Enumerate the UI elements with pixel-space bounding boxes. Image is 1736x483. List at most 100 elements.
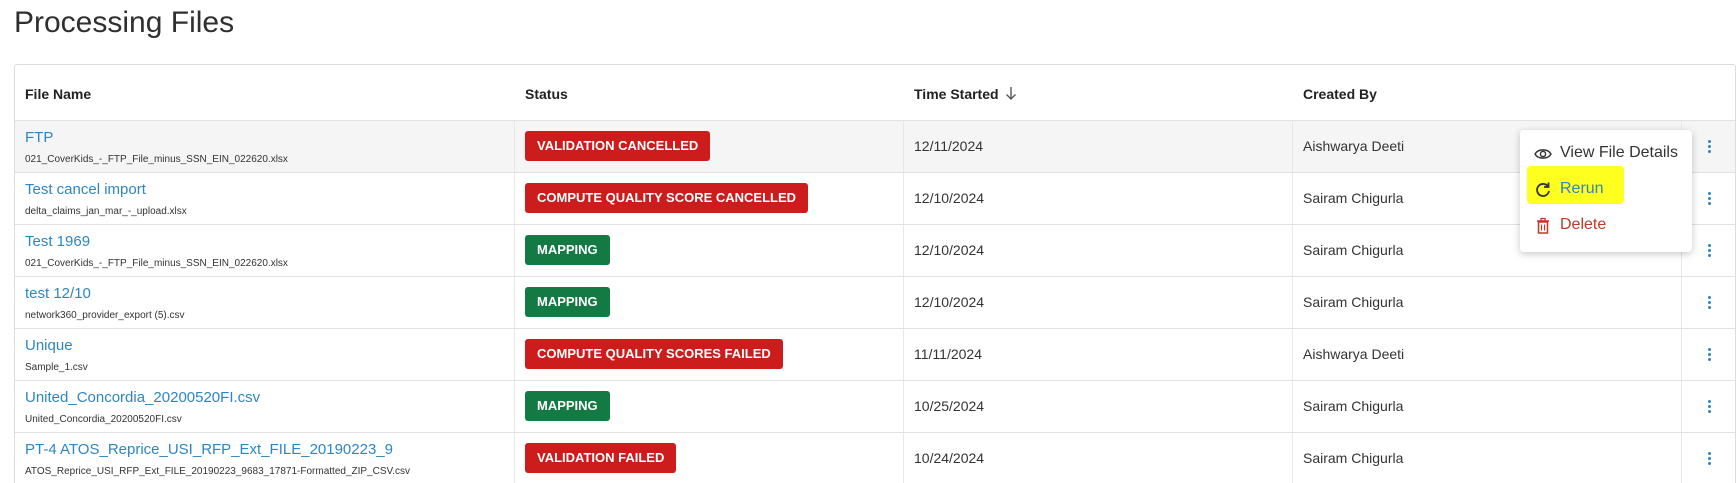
status-cell: COMPUTE QUALITY SCORE CANCELLED <box>515 173 904 224</box>
view-file-details-label: View File Details <box>1560 144 1678 161</box>
time-started-cell: 12/10/2024 <box>904 173 1293 224</box>
page-title: Processing Files <box>14 6 235 39</box>
table-row: test 12/10 network360_provider_export (5)… <box>15 277 1735 329</box>
file-title-link[interactable]: United_Concordia_20200520FI.csv <box>25 389 260 406</box>
row-context-menu: View File Details Rerun Delete <box>1520 130 1692 252</box>
created-by-cell: Sairam Chigurla <box>1293 433 1682 483</box>
arrow-down-icon[interactable] <box>1004 85 1018 101</box>
created-by-text: Sairam Chigurla <box>1303 294 1404 310</box>
file-name-text: Sample_1.csv <box>25 362 88 373</box>
status-badge: MAPPING <box>525 235 610 265</box>
time-started-text: 12/11/2024 <box>914 138 984 154</box>
kebab-menu-icon[interactable] <box>1701 445 1717 473</box>
time-started-text: 11/11/2024 <box>914 346 982 362</box>
header-file-name-label: File Name <box>25 86 92 102</box>
file-name-cell: FTP 021_CoverKids_-_FTP_File_minus_SSN_EI… <box>15 121 515 172</box>
kebab-menu-icon[interactable] <box>1701 393 1717 421</box>
header-time-started-label: Time Started <box>914 86 999 102</box>
header-status[interactable]: Status <box>515 65 904 120</box>
table-row: PT-4 ATOS_Reprice_USI_RFP_Ext_FILE_20190… <box>15 433 1735 483</box>
file-name-text: network360_provider_export (5).csv <box>25 310 185 321</box>
time-started-text: 12/10/2024 <box>914 294 985 310</box>
created-by-text: Sairam Chigurla <box>1303 450 1404 466</box>
created-by-text: Sairam Chigurla <box>1303 398 1404 414</box>
table-row: Unique Sample_1.csv COMPUTE QUALITY SCORES… <box>15 329 1735 381</box>
file-name-cell: United_Concordia_20200520FI.csv United_Co… <box>15 381 515 432</box>
status-badge: MAPPING <box>525 391 610 421</box>
file-title-link[interactable]: test 12/10 <box>25 285 91 302</box>
header-time-started[interactable]: Time Started <box>904 65 1293 120</box>
status-cell: VALIDATION CANCELLED <box>515 121 904 172</box>
actions-cell <box>1682 329 1735 380</box>
table-header-row: File Name Status Time Started Created By <box>15 65 1735 121</box>
kebab-menu-icon[interactable] <box>1701 133 1717 161</box>
status-cell: MAPPING <box>515 277 904 328</box>
created-by-text: Sairam Chigurla <box>1303 190 1404 206</box>
kebab-menu-icon[interactable] <box>1701 185 1717 213</box>
time-started-text: 12/10/2024 <box>914 190 985 206</box>
time-started-cell: 10/25/2024 <box>904 381 1293 432</box>
file-title-link[interactable]: Unique <box>25 337 73 354</box>
file-name-text: ATOS_Reprice_USI_RFP_Ext_FILE_20190223_9… <box>25 466 411 477</box>
time-started-text: 10/25/2024 <box>914 398 985 414</box>
file-title-link[interactable]: Test 1969 <box>25 233 90 250</box>
status-badge: COMPUTE QUALITY SCORE CANCELLED <box>525 183 809 213</box>
table-row: Test cancel import delta_claims_jan_mar_-… <box>15 173 1735 225</box>
status-badge: MAPPING <box>525 287 610 317</box>
file-name-cell: Unique Sample_1.csv <box>15 329 515 380</box>
trash-icon <box>1537 217 1549 234</box>
created-by-cell: Sairam Chigurla <box>1293 277 1682 328</box>
file-name-text: delta_claims_jan_mar_-_upload.xlsx <box>25 206 187 217</box>
time-started-cell: 12/10/2024 <box>904 277 1293 328</box>
actions-cell <box>1682 277 1735 328</box>
file-title-link[interactable]: FTP <box>25 129 53 146</box>
time-started-text: 12/10/2024 <box>914 242 985 258</box>
file-name-cell: Test 1969 021_CoverKids_-_FTP_File_minus_… <box>15 225 515 276</box>
status-cell: MAPPING <box>515 225 904 276</box>
table-row: Test 1969 021_CoverKids_-_FTP_File_minus_… <box>15 225 1735 277</box>
status-cell: VALIDATION FAILED <box>515 433 904 483</box>
status-cell: COMPUTE QUALITY SCORES FAILED <box>515 329 904 380</box>
eye-icon <box>1534 149 1552 159</box>
file-name-text: 021_CoverKids_-_FTP_File_minus_SSN_EIN_0… <box>25 154 288 165</box>
kebab-menu-icon[interactable] <box>1701 289 1717 317</box>
time-started-text: 10/24/2024 <box>914 450 985 466</box>
refresh-icon <box>1536 182 1550 197</box>
delete-label: Delete <box>1560 216 1607 233</box>
status-badge: VALIDATION CANCELLED <box>525 131 711 161</box>
created-by-cell: Aishwarya Deeti <box>1293 329 1682 380</box>
created-by-cell: Sairam Chigurla <box>1293 381 1682 432</box>
file-name-text: 021_CoverKids_-_FTP_File_minus_SSN_EIN_0… <box>25 258 288 269</box>
created-by-text: Aishwarya Deeti <box>1303 138 1405 154</box>
status-badge: COMPUTE QUALITY SCORES FAILED <box>525 339 783 369</box>
actions-cell <box>1682 433 1735 483</box>
status-badge: VALIDATION FAILED <box>525 443 677 473</box>
table-row: United_Concordia_20200520FI.csv United_Co… <box>15 381 1735 433</box>
file-name-text: United_Concordia_20200520FI.csv <box>25 414 182 425</box>
time-started-cell: 12/11/2024 <box>904 121 1293 172</box>
created-by-text: Aishwarya Deeti <box>1303 346 1405 362</box>
header-actions <box>1682 65 1735 120</box>
file-name-cell: Test cancel import delta_claims_jan_mar_-… <box>15 173 515 224</box>
created-by-text: Sairam Chigurla <box>1303 242 1404 258</box>
table-row: FTP 021_CoverKids_-_FTP_File_minus_SSN_EI… <box>15 121 1735 173</box>
time-started-cell: 10/24/2024 <box>904 433 1293 483</box>
delete-menu-item[interactable]: Delete <box>1520 208 1692 242</box>
header-created-by[interactable]: Created By <box>1293 65 1682 120</box>
rerun-menu-item[interactable]: Rerun <box>1520 166 1692 206</box>
actions-cell <box>1682 381 1735 432</box>
time-started-cell: 11/11/2024 <box>904 329 1293 380</box>
file-name-cell: PT-4 ATOS_Reprice_USI_RFP_Ext_FILE_20190… <box>15 433 515 483</box>
kebab-menu-icon[interactable] <box>1701 341 1717 369</box>
header-file-name[interactable]: File Name <box>15 65 515 120</box>
processing-files-table: File Name Status Time Started Created By… <box>14 64 1736 483</box>
file-title-link[interactable]: PT-4 ATOS_Reprice_USI_RFP_Ext_FILE_20190… <box>25 441 393 458</box>
view-file-details-menu-item[interactable]: View File Details <box>1520 136 1692 170</box>
rerun-label: Rerun <box>1560 180 1604 197</box>
kebab-menu-icon[interactable] <box>1701 237 1717 265</box>
header-status-label: Status <box>525 86 568 102</box>
file-title-link[interactable]: Test cancel import <box>25 181 146 198</box>
header-created-by-label: Created By <box>1303 86 1377 102</box>
time-started-cell: 12/10/2024 <box>904 225 1293 276</box>
file-name-cell: test 12/10 network360_provider_export (5)… <box>15 277 515 328</box>
